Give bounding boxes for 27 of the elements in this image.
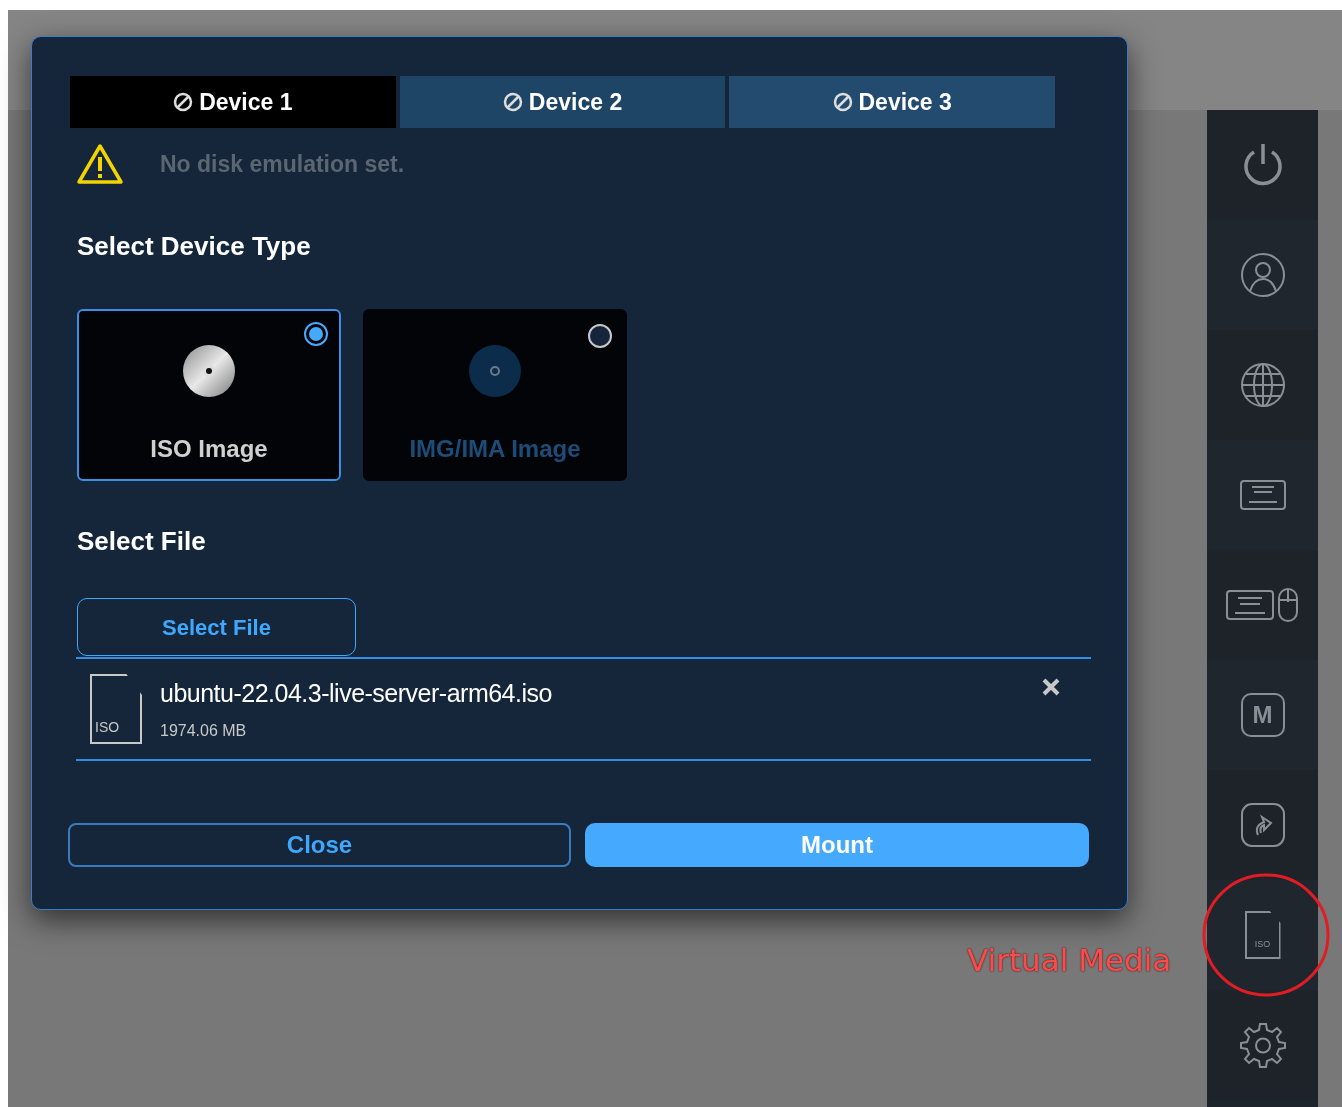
iso-file-button[interactable]: ISO [1244,911,1281,959]
device-tab[interactable]: Device 3 [729,76,1055,128]
slash-circle-icon [502,92,523,112]
slash-circle-icon [173,92,194,112]
settings-icon[interactable] [1239,1022,1286,1068]
slash-circle-icon [832,92,853,112]
file-size: 1974.06 MB [160,720,248,741]
select-file-button[interactable]: Select File [77,598,356,656]
disc-icon [183,345,235,397]
close-icon[interactable] [1041,677,1061,697]
file-type-label: ISO [95,718,120,737]
section-heading: Select Device Type [77,230,311,263]
device-tab[interactable]: Device 2 [399,76,726,128]
section-heading: Select File [77,525,206,558]
warning-message: No disk emulation set. [160,149,405,179]
file-name: ubuntu-22.04.3-live-server-arm64.iso [160,678,553,710]
device-type-option[interactable]: ISO Image [77,309,341,481]
warning-icon [76,143,124,185]
disc-icon [469,345,521,397]
globe-icon[interactable] [1239,362,1286,408]
radio-icon [587,323,613,349]
macro-button[interactable]: M [1240,693,1285,737]
close-button[interactable]: Close [68,823,571,867]
user-icon[interactable] [1239,252,1286,298]
radio-selected-icon [303,321,329,347]
device-tab[interactable]: Device 1 [70,76,396,128]
annotation-label: Virtual Media [967,941,1172,980]
